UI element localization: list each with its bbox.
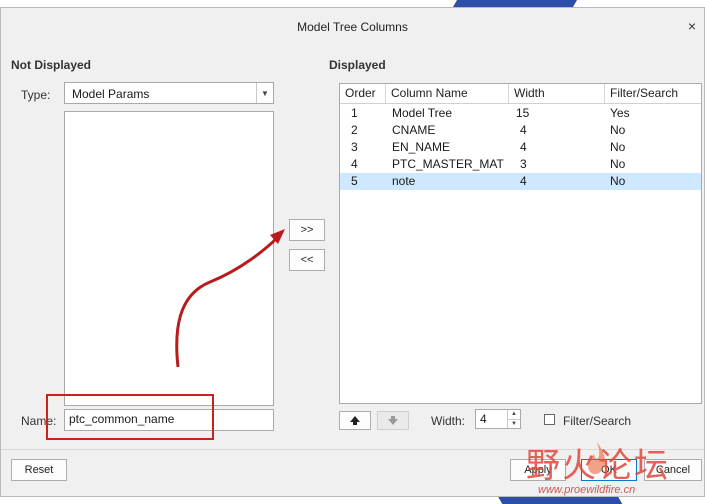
row-width: 4 [520,174,527,188]
row-filter: No [610,140,626,154]
table-row[interactable]: 4 PTC_MASTER_MATERIAL 3 No [340,156,701,173]
row-order: 4 [351,157,358,171]
move-down-button[interactable] [377,411,409,430]
watermark-url: www.proewildfire.cn [538,484,636,496]
row-width: 4 [520,140,527,154]
row-filter: Yes [610,106,630,120]
row-column-name: note [392,174,416,188]
desktop-background-shape [452,0,578,7]
width-spinner[interactable]: 4 ▲ ▼ [475,409,521,429]
arrow-up-icon [350,416,360,425]
close-icon[interactable]: × [684,18,700,34]
filter-search-label: Filter/Search [563,414,632,428]
reset-button[interactable]: Reset [11,459,67,481]
annotation-arrow [175,229,285,368]
row-order: 5 [351,174,358,188]
spinner-up-icon[interactable]: ▲ [507,410,520,419]
chevron-down-icon[interactable]: ▼ [256,83,273,103]
type-select-value: Model Params [72,87,150,101]
filter-search-checkbox[interactable] [544,414,555,425]
row-order: 2 [351,123,358,137]
header-width[interactable]: Width [509,84,605,103]
title-bar: Model Tree Columns × [1,8,704,44]
row-order: 3 [351,140,358,154]
table-header: Order Column Name Width Filter/Search [340,84,701,104]
flame-icon [588,442,605,475]
table-row[interactable]: 1 Model Tree 15 Yes [340,105,701,122]
row-width: 3 [520,157,527,171]
displayed-label: Displayed [329,58,386,72]
dialog-title: Model Tree Columns [297,20,408,34]
row-column-name: EN_NAME [392,140,451,154]
not-displayed-label: Not Displayed [11,58,92,72]
table-row-selected[interactable]: 5 note 4 No [340,173,701,190]
row-filter: No [610,123,626,137]
row-column-name: Model Tree [392,106,453,120]
type-label: Type: [21,88,51,102]
table-row[interactable]: 3 EN_NAME 4 No [340,139,701,156]
row-width: 4 [520,123,527,137]
spinner-down-icon[interactable]: ▼ [507,419,520,428]
row-filter: No [610,157,626,171]
type-select[interactable]: Model Params ▼ [64,82,274,104]
row-column-name: CNAME [392,123,436,137]
table-row[interactable]: 2 CNAME 4 No [340,122,701,139]
row-column-name: PTC_MASTER_MATERIAL [392,157,504,171]
row-width: 15 [516,106,530,120]
width-spinner-value: 4 [480,412,487,426]
row-order: 1 [351,106,358,120]
row-filter: No [610,174,626,188]
width-label: Width: [431,414,466,428]
header-column-name[interactable]: Column Name [386,84,509,103]
move-up-button[interactable] [339,411,371,430]
annotation-highlight-box [46,394,214,440]
forum-watermark: 野火论坛 www.proewildfire.cn [520,434,700,504]
header-order[interactable]: Order [340,84,386,103]
arrow-down-icon [388,416,398,425]
displayed-columns-table[interactable]: Order Column Name Width Filter/Search 1 … [339,83,702,404]
header-filter-search[interactable]: Filter/Search [605,84,701,103]
